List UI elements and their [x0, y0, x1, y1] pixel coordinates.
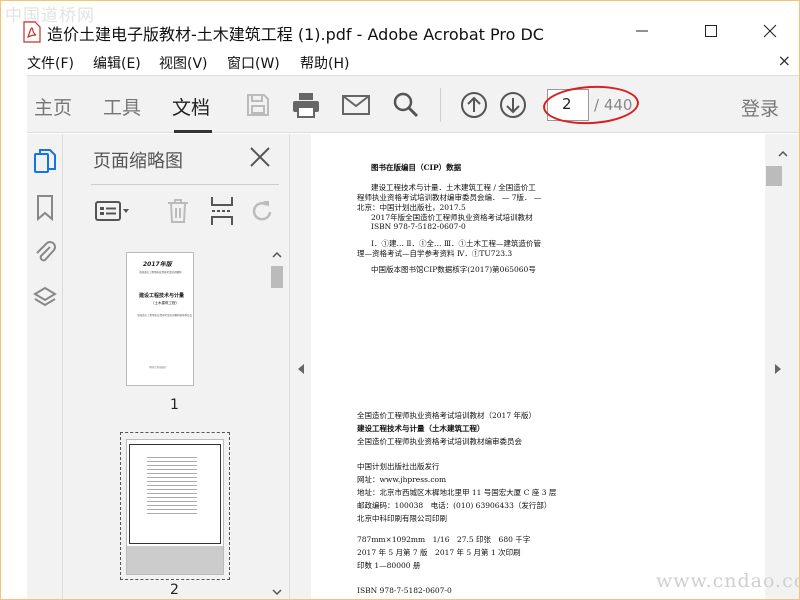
doc-line: 787mm×1092mm 1/16 27.5 印张 680 千字 — [357, 535, 531, 544]
layers-icon[interactable] — [31, 284, 59, 312]
thumbnail-options-icon[interactable] — [93, 194, 133, 228]
doc-line: ISBN 978-7-5182-0607-0 — [371, 222, 466, 231]
doc-line: 全国造价工程师执业资格考试培训教材（2017 年版） — [357, 411, 536, 420]
window-title: 造价土建电子版教材-土木建筑工程 (1).pdf - Adobe Acrobat… — [47, 25, 544, 44]
page-thumbnails-icon[interactable] — [31, 148, 59, 176]
thumb-publisher: 中国计划出版社 — [149, 366, 167, 369]
tab-home[interactable]: 主页 — [34, 93, 72, 120]
email-icon[interactable] — [341, 90, 371, 120]
maximize-button[interactable] — [688, 16, 734, 46]
watermark-bottom: www.cndao.com — [656, 570, 799, 592]
document-scrollbar[interactable] — [765, 134, 799, 599]
thumbnail-scroll-thumb[interactable] — [271, 266, 283, 288]
thumb-series: 全国造价工程师执业资格考试培训教材 — [139, 271, 182, 274]
thumbnails-panel: 页面缩略图 2017年版 全国造价工程师执业资格考试培训教材 建设工程技术与计量… — [63, 134, 289, 599]
page-thumbnail-2[interactable] — [126, 439, 224, 575]
tab-tools[interactable]: 工具 — [103, 93, 141, 120]
menu-help[interactable]: 帮助(H) — [300, 53, 349, 73]
acrobat-app-icon — [23, 21, 41, 43]
thumb-subtitle: （土木建筑工程） — [151, 301, 179, 305]
attachments-icon[interactable] — [31, 238, 59, 266]
navigation-rail — [27, 134, 63, 599]
login-button[interactable]: 登录 — [741, 94, 779, 121]
thumb-title: 建设工程技术与计量 — [139, 293, 185, 299]
minimize-button[interactable] — [619, 16, 665, 46]
close-window-button[interactable] — [747, 16, 793, 46]
active-tab-indicator — [174, 130, 212, 133]
doc-line: ISBN 978-7-5182-0607-0 — [357, 586, 452, 595]
tab-document[interactable]: 文档 — [172, 93, 210, 120]
toolbar-divider — [440, 88, 441, 122]
thumb-note: 全国造价工程师执业资格考试培训教材编审委员会 — [137, 314, 193, 317]
title-bar: 中国道桥网 造价土建电子版教材-土木建筑工程 (1).pdf - Adobe A… — [1, 1, 799, 47]
previous-page-icon[interactable] — [459, 90, 489, 120]
close-document-icon[interactable]: × — [778, 51, 791, 70]
panel-splitter[interactable] — [289, 134, 311, 599]
doc-line: 北京中科印刷有限公司印刷 — [357, 514, 447, 523]
menu-view[interactable]: 视图(V) — [159, 53, 208, 73]
next-page-icon[interactable] — [498, 90, 528, 120]
thumb2-bottom-shade — [127, 546, 223, 574]
doc-cip-heading: 图书在版编目（CIP）数据 — [371, 163, 462, 172]
document-page: 图书在版编目（CIP）数据 建设工程技术与计量．土木建筑工程 / 全国造价工 程… — [311, 134, 765, 599]
doc-line: 地址：北京市西城区木樨地北里甲 11 号国宏大厦 C 座 3 层 — [357, 488, 557, 497]
panel-divider — [91, 184, 279, 185]
acrobat-window: 中国道桥网 造价土建电子版教材-土木建筑工程 (1).pdf - Adobe A… — [0, 0, 800, 600]
doc-book-title: 建设工程技术与计量（土木建筑工程） — [357, 424, 485, 433]
close-panel-icon[interactable] — [249, 146, 271, 168]
doc-line: 中国计划出版社出版发行 — [357, 462, 440, 471]
delete-page-icon[interactable] — [163, 194, 193, 228]
thumb-year: 2017年版 — [143, 261, 172, 268]
menu-window[interactable]: 窗口(W) — [227, 53, 280, 73]
search-icon[interactable] — [391, 90, 421, 120]
panel-title: 页面缩略图 — [93, 151, 183, 172]
doc-line: 2017 年 5 月第 7 版 2017 年 5 月第 1 次印刷 — [357, 548, 521, 557]
thumb2-lines — [147, 454, 197, 514]
menu-bar: 文件(F) 编辑(E) 视图(V) 窗口(W) 帮助(H) × — [1, 48, 799, 74]
doc-line: 网址：www.jhpress.com — [357, 475, 447, 484]
doc-line: 理—资格考试—自学参考资料 Ⅳ．①TU723.3 — [357, 249, 513, 258]
doc-line: 中国版本图书馆CIP数据核字(2017)第065060号 — [371, 265, 536, 274]
insert-page-icon[interactable] — [207, 194, 237, 228]
thumbnail-number-2: 2 — [170, 582, 179, 598]
bookmarks-icon[interactable] — [31, 194, 59, 222]
doc-line: 印数 1—80000 册 — [357, 561, 421, 570]
save-icon[interactable] — [243, 90, 273, 120]
menu-file[interactable]: 文件(F) — [27, 53, 74, 73]
document-scroll-thumb[interactable] — [766, 166, 782, 186]
print-icon[interactable] — [291, 90, 321, 120]
main-toolbar: 主页 工具 文档 — [27, 75, 799, 133]
thumbnail-scrollbar[interactable] — [269, 246, 285, 599]
menu-edit[interactable]: 编辑(E) — [93, 53, 141, 73]
thumbnail-number-1: 1 — [170, 397, 179, 413]
rotate-page-icon[interactable] — [247, 194, 277, 228]
doc-line: 全国造价工程师执业资格考试培训教材编审委员会 — [357, 437, 522, 446]
page-thumbnail-1[interactable]: 2017年版 全国造价工程师执业资格考试培训教材 建设工程技术与计量 （土木建筑… — [126, 252, 194, 386]
doc-line: 邮政编码：100038 电话：(010) 63906433（发行部） — [357, 501, 552, 510]
